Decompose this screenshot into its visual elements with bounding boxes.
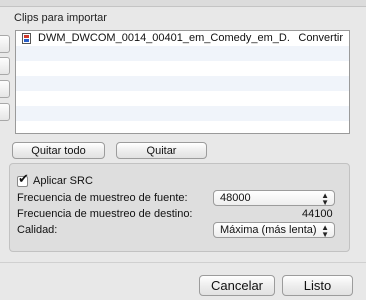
- quality-label: Calidad:: [17, 224, 58, 236]
- clip-row-empty[interactable]: [16, 61, 349, 76]
- clip-row[interactable]: DWM_DWCOM_0014_00401_em_Comedy_em_D... C…: [16, 31, 349, 46]
- source-rate-popup[interactable]: 48000 ▲ ▼: [213, 190, 335, 207]
- clip-row-empty[interactable]: [16, 91, 349, 106]
- clip-row-empty[interactable]: [16, 106, 349, 121]
- dest-rate-value: 44100: [302, 208, 333, 220]
- document-icon: [22, 33, 31, 44]
- quality-value: Máxima (más lenta): [220, 224, 317, 236]
- clip-row-empty[interactable]: [16, 76, 349, 91]
- apply-src-label: Aplicar SRC: [33, 175, 93, 187]
- clips-section-label: Clips para importar: [14, 12, 107, 24]
- side-button-4[interactable]: [0, 103, 10, 121]
- window-top-edge: [0, 0, 366, 7]
- remove-all-button[interactable]: Quitar todo: [12, 142, 105, 159]
- clip-filename: DWM_DWCOM_0014_00401_em_Comedy_em_D...: [38, 32, 290, 44]
- up-down-arrows-icon: ▲ ▼: [321, 223, 329, 239]
- cancel-button[interactable]: Cancelar: [199, 275, 275, 296]
- source-rate-label: Frecuencia de muestreo de fuente:: [17, 192, 188, 204]
- checkmark-icon: ✔: [18, 171, 29, 186]
- footer-divider: [0, 262, 366, 263]
- quality-popup[interactable]: Máxima (más lenta) ▲ ▼: [213, 222, 335, 239]
- clip-row-empty[interactable]: [16, 46, 349, 61]
- dest-rate-label: Frecuencia de muestreo de destino:: [17, 208, 193, 220]
- side-button-3[interactable]: [0, 80, 10, 98]
- side-button-2[interactable]: [0, 57, 10, 75]
- clips-list[interactable]: DWM_DWCOM_0014_00401_em_Comedy_em_D... C…: [15, 30, 350, 134]
- side-button-1[interactable]: [0, 35, 10, 53]
- remove-button[interactable]: Quitar: [116, 142, 207, 159]
- up-down-arrows-icon: ▲ ▼: [321, 191, 329, 207]
- clip-row-empty[interactable]: [16, 121, 349, 133]
- done-button[interactable]: Listo: [282, 275, 353, 296]
- clip-status: Convertir: [298, 32, 343, 44]
- source-rate-value: 48000: [220, 192, 251, 204]
